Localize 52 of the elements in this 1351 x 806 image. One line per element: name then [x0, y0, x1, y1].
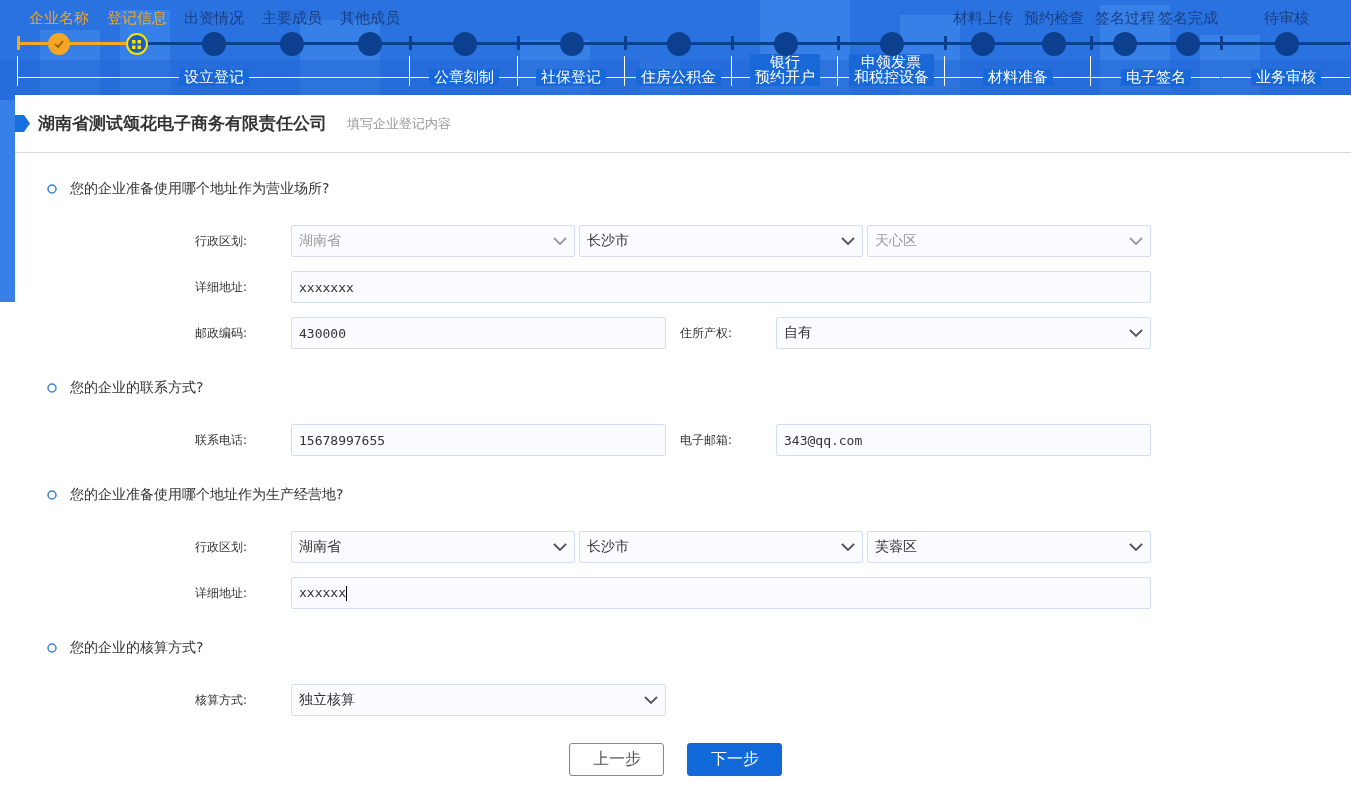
stage-label: 住房公积金: [635, 69, 721, 86]
dropdown[interactable]: 长沙市: [579, 531, 863, 563]
chevron-down-icon: [841, 542, 855, 552]
chevron-down-icon: [841, 236, 855, 246]
bullet-icon: [47, 383, 57, 393]
bullet-icon: [47, 184, 57, 194]
check-icon: [53, 40, 64, 48]
field-label: 住所产权:: [680, 324, 734, 342]
field-label: 核算方式:: [195, 691, 249, 709]
input-field[interactable]: 15678997655: [291, 424, 666, 456]
stage-label: 申领发票 和税控设备: [848, 54, 934, 86]
chevron-down-icon: [553, 542, 567, 552]
subtitle: 填写企业登记内容: [347, 114, 451, 133]
field-label: 行政区划:: [195, 232, 249, 250]
stage-label: 公章刻制: [428, 69, 499, 86]
input-field[interactable]: 430000: [291, 317, 666, 349]
chevron-down-icon: [644, 695, 658, 705]
bullet-icon: [47, 643, 57, 653]
input-field[interactable]: xxxxxxx: [291, 271, 1151, 303]
stage-label: 业务审核: [1250, 69, 1321, 86]
question: 您的企业准备使用哪个地址作为营业场所?: [70, 180, 330, 198]
field-label: 详细地址:: [195, 584, 249, 602]
input-field[interactable]: 343@qq.com: [776, 424, 1151, 456]
question: 您的企业准备使用哪个地址作为生产经营地?: [70, 486, 344, 504]
back-button[interactable]: 上一步: [569, 743, 664, 776]
stage-label: 设立登记: [178, 69, 249, 86]
stage-label: 材料准备: [982, 69, 1053, 86]
chevron-down-icon: [1129, 542, 1143, 552]
company-title: 湖南省测试颂花电子商务有限责任公司: [38, 112, 327, 135]
bullet-icon: [47, 490, 57, 500]
stage-label: 电子签名: [1120, 69, 1191, 86]
field-label: 电子邮箱:: [680, 431, 734, 449]
dropdown[interactable]: 自有: [776, 317, 1151, 349]
dropdown[interactable]: 长沙市: [579, 225, 863, 257]
dropdown[interactable]: 独立核算: [291, 684, 666, 716]
dropdown[interactable]: 芙蓉区: [867, 531, 1151, 563]
stage-label: 社保登记: [536, 69, 606, 86]
next-button[interactable]: 下一步: [687, 743, 782, 776]
step-label[interactable]: 签名过程: [1094, 11, 1155, 26]
field-label: 邮政编码:: [195, 324, 249, 342]
field-label: 行政区划:: [195, 538, 249, 556]
chevron-down-icon: [1129, 328, 1143, 338]
input-field[interactable]: xxxxxx: [291, 577, 1151, 609]
question: 您的企业的核算方式?: [70, 639, 204, 657]
grid-icon: [132, 39, 142, 49]
field-label: 联系电话:: [195, 431, 249, 449]
chevron-down-icon: [1129, 236, 1143, 246]
chevron-down-icon: [553, 236, 567, 246]
question: 您的企业的联系方式?: [70, 379, 204, 397]
dropdown[interactable]: 湖南省: [291, 531, 575, 563]
stage-label: 银行 预约开户: [749, 54, 820, 86]
field-label: 详细地址:: [195, 278, 249, 296]
